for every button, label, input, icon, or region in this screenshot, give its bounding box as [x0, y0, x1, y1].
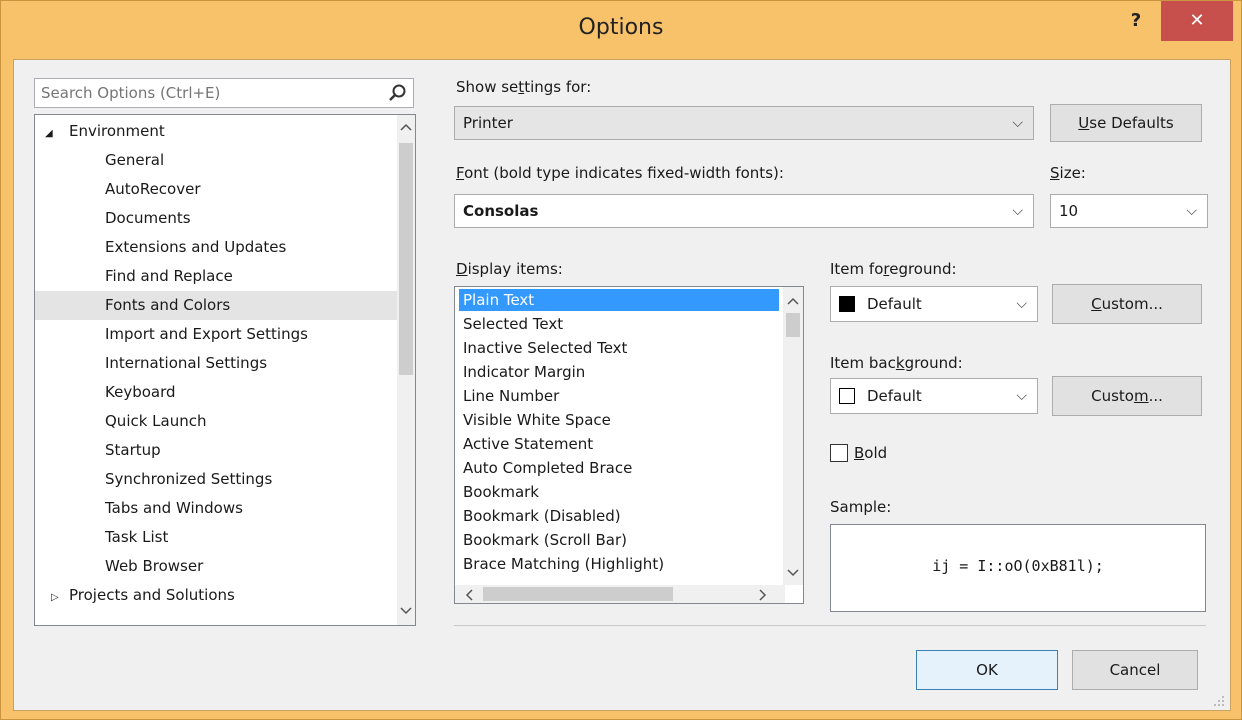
- show-settings-label: Show settings for:: [456, 78, 592, 96]
- tree-item-task-list[interactable]: Task List: [105, 523, 168, 552]
- list-item[interactable]: Indicator Margin: [463, 361, 585, 383]
- background-swatch: [839, 388, 855, 404]
- display-items-list[interactable]: Plain Text Selected Text Inactive Select…: [454, 286, 804, 604]
- sample-text: ij = I::oO(0xB81l);: [932, 557, 1104, 575]
- expand-icon[interactable]: ▷: [51, 583, 69, 612]
- list-item[interactable]: Auto Completed Brace: [463, 457, 632, 479]
- list-horizontal-scrollbar[interactable]: [455, 585, 785, 603]
- bold-label: old: [864, 444, 888, 462]
- tree-item-extensions[interactable]: Extensions and Updates: [105, 233, 286, 262]
- tree-item-startup[interactable]: Startup: [105, 436, 161, 465]
- chevron-down-icon: ⌵: [1016, 388, 1027, 404]
- tree-item-label: Projects and Solutions: [69, 586, 235, 604]
- tree-item-quick-launch[interactable]: Quick Launch: [105, 407, 207, 436]
- tree-item-import-export[interactable]: Import and Export Settings: [105, 320, 308, 349]
- cancel-button[interactable]: Cancel: [1072, 650, 1198, 690]
- list-item[interactable]: Bookmark (Disabled): [463, 505, 621, 527]
- tree-item-environment[interactable]: ◢ Environment: [45, 117, 165, 146]
- search-options-field[interactable]: [34, 78, 414, 108]
- display-items-label: Display items:: [456, 260, 563, 278]
- separator: [454, 625, 1206, 626]
- background-custom-button[interactable]: Custo m...: [1052, 376, 1202, 416]
- window-title: Options: [578, 15, 664, 40]
- tree-item-synchronized[interactable]: Synchronized Settings: [105, 465, 272, 494]
- scroll-up-icon[interactable]: [400, 123, 412, 131]
- tree-item-web-browser[interactable]: Web Browser: [105, 552, 203, 581]
- list-item[interactable]: Bookmark: [463, 481, 539, 503]
- bold-checkbox[interactable]: Bold: [830, 444, 887, 462]
- list-item[interactable]: Plain Text: [459, 289, 779, 311]
- size-dropdown[interactable]: 10 ⌵: [1050, 194, 1208, 228]
- sample-preview: ij = I::oO(0xB81l);: [830, 524, 1206, 612]
- help-button[interactable]: ?: [1123, 3, 1149, 39]
- ok-button[interactable]: OK: [916, 650, 1058, 690]
- chevron-down-icon: ⌵: [1012, 203, 1023, 219]
- tree-item-fonts-colors[interactable]: Fonts and Colors: [35, 291, 397, 320]
- use-defaults-button[interactable]: Use Defaults: [1050, 104, 1202, 142]
- background-color-dropdown[interactable]: Default ⌵: [830, 378, 1038, 414]
- list-vertical-scrollbar[interactable]: [783, 287, 803, 585]
- show-settings-value: Printer: [463, 114, 513, 132]
- show-settings-dropdown[interactable]: Printer ⌵: [454, 106, 1034, 140]
- tree-item-label: Environment: [69, 122, 165, 140]
- tree-item-general[interactable]: General: [105, 146, 164, 175]
- tree-item-find-replace[interactable]: Find and Replace: [105, 262, 233, 291]
- size-value: 10: [1059, 202, 1079, 220]
- tree-item-international[interactable]: International Settings: [105, 349, 267, 378]
- options-dialog: Options ? ✕ ◢Environment General AutoRec…: [0, 0, 1242, 720]
- foreground-value: Default: [867, 295, 922, 313]
- font-value: Consolas: [463, 202, 539, 220]
- list-item[interactable]: Active Statement: [463, 433, 593, 455]
- scroll-down-icon[interactable]: [400, 607, 412, 615]
- chevron-down-icon: ⌵: [1016, 296, 1027, 312]
- close-button[interactable]: ✕: [1161, 1, 1233, 41]
- resize-grip-icon[interactable]: [1212, 694, 1226, 706]
- tree-item-tabs-windows[interactable]: Tabs and Windows: [105, 494, 243, 523]
- dialog-client-area: ◢Environment General AutoRecover Documen…: [13, 59, 1231, 711]
- scroll-left-icon[interactable]: [465, 589, 473, 601]
- list-item[interactable]: Bookmark (Scroll Bar): [463, 529, 627, 551]
- options-tree[interactable]: ◢ Environment General AutoRecover Documen…: [34, 114, 416, 626]
- font-dropdown[interactable]: Consolas ⌵: [454, 194, 1034, 228]
- checkbox-box[interactable]: [830, 444, 848, 462]
- tree-item-label: Fonts and Colors: [105, 296, 231, 314]
- foreground-custom-button[interactable]: Custom...: [1052, 284, 1202, 324]
- size-label: Size:: [1050, 164, 1086, 182]
- scroll-down-icon[interactable]: [787, 569, 799, 577]
- list-item[interactable]: Selected Text: [463, 313, 563, 335]
- tree-scroll-thumb[interactable]: [399, 143, 413, 375]
- foreground-swatch: [839, 296, 855, 312]
- collapse-icon[interactable]: ◢: [45, 119, 69, 148]
- list-item[interactable]: Brace Matching (Highlight): [463, 553, 664, 575]
- search-icon[interactable]: [387, 83, 407, 103]
- close-icon: ✕: [1189, 10, 1205, 31]
- scroll-right-icon[interactable]: [759, 589, 767, 601]
- list-hscroll-thumb[interactable]: [483, 587, 673, 601]
- list-item[interactable]: Line Number: [463, 385, 559, 407]
- title-bar[interactable]: Options ? ✕: [1, 1, 1241, 59]
- scroll-up-icon[interactable]: [787, 297, 799, 305]
- list-scroll-thumb[interactable]: [786, 313, 800, 337]
- list-item[interactable]: Inactive Selected Text: [463, 337, 627, 359]
- font-label: Font (bold type indicates fixed-width fo…: [456, 164, 784, 182]
- sample-label: Sample:: [830, 498, 892, 516]
- tree-item-autorecover[interactable]: AutoRecover: [105, 175, 201, 204]
- tree-item-documents[interactable]: Documents: [105, 204, 191, 233]
- tree-item-projects-solutions[interactable]: ▷ Projects and Solutions: [51, 581, 235, 610]
- tree-item-keyboard[interactable]: Keyboard: [105, 378, 176, 407]
- list-item[interactable]: Visible White Space: [463, 409, 611, 431]
- item-background-label: Item background:: [830, 354, 963, 372]
- chevron-down-icon: ⌵: [1186, 203, 1197, 219]
- foreground-color-dropdown[interactable]: Default ⌵: [830, 286, 1038, 322]
- background-value: Default: [867, 387, 922, 405]
- chevron-down-icon: ⌵: [1012, 115, 1023, 131]
- search-input[interactable]: [39, 83, 373, 103]
- item-foreground-label: Item foreground:: [830, 260, 957, 278]
